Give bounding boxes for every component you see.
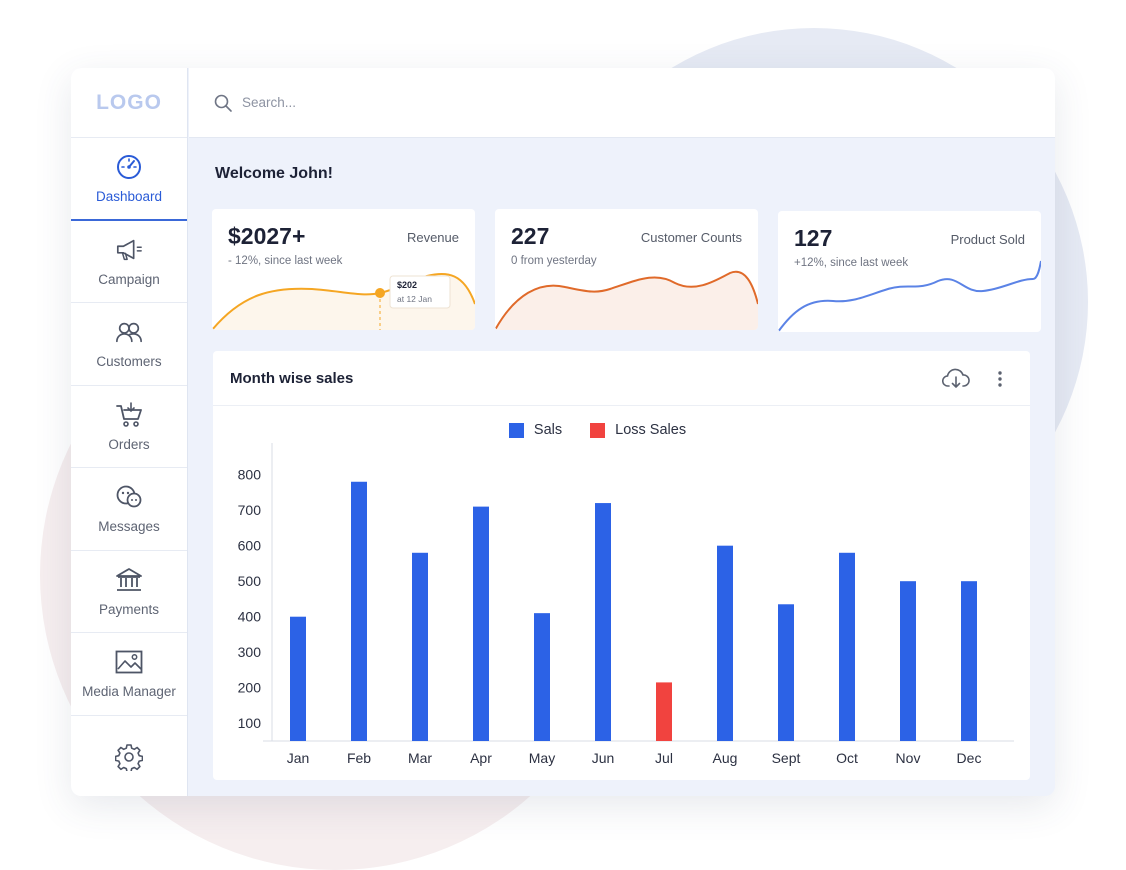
gear-icon [115, 743, 143, 771]
dashboard-gauge-icon [115, 153, 143, 181]
customer-counts-card[interactable]: 227 Customer Counts 0 from yesterday [495, 209, 758, 330]
x-tick-label: Aug [713, 750, 738, 766]
y-tick-label: 300 [238, 644, 262, 660]
bank-icon [115, 566, 143, 594]
x-tick-label: Jun [592, 750, 615, 766]
welcome-heading: Welcome John! [215, 165, 333, 182]
customer-counts-value: 227 [511, 223, 550, 249]
sidebar-item-orders[interactable]: Orders [71, 386, 187, 468]
x-tick-label: Nov [896, 750, 921, 766]
users-icon [115, 318, 143, 346]
tooltip-value: $202 [397, 280, 418, 290]
search-icon [213, 93, 233, 113]
megaphone-icon [115, 236, 143, 264]
sidebar-item-label: Media Manager [82, 684, 176, 700]
sidebar-item-payments[interactable]: Payments [71, 551, 187, 633]
revenue-card[interactable]: $2027+ Revenue - 12%, since last week $2… [212, 209, 475, 330]
product-sold-label: Product Sold [950, 232, 1025, 247]
settings-button[interactable] [71, 716, 187, 797]
y-tick-label: 400 [238, 609, 262, 625]
sidebar-item-dashboard[interactable]: Dashboard [71, 138, 187, 221]
bar-jan[interactable] [290, 616, 306, 741]
revenue-label: Revenue [406, 230, 459, 245]
x-tick-label: Sept [772, 750, 801, 766]
sidebar-item-customers[interactable]: Customers [71, 303, 187, 386]
customer-counts-change: 0 from yesterday [511, 255, 597, 267]
y-tick-label: 100 [238, 715, 262, 731]
bar-jun[interactable] [595, 503, 611, 741]
chat-bubbles-icon [115, 483, 143, 511]
bar-mar[interactable] [412, 552, 428, 741]
sales-bar-chart: 100 200 300 400 500 600 700 800 Jan Feb Mar Apr May J… [238, 443, 1014, 766]
product-sold-change: +12%, since last week [794, 257, 909, 269]
product-sold-value: 127 [794, 225, 833, 251]
month-wise-sales-panel: Month wise sales Sals Loss Sales 100 200 3… [213, 351, 1030, 780]
y-tick-label: 500 [238, 573, 262, 589]
sidebar-item-label: Campaign [98, 271, 160, 287]
x-tick-label: Mar [408, 750, 432, 766]
logo: LOGO [71, 68, 187, 138]
x-tick-label: Feb [347, 750, 371, 766]
x-tick-label: Apr [470, 750, 492, 766]
bar-jul[interactable] [656, 682, 672, 741]
y-tick-label: 700 [238, 502, 262, 518]
bar-dec[interactable] [961, 581, 977, 741]
sidebar-item-label: Dashboard [95, 188, 163, 204]
y-tick-label: 600 [238, 538, 262, 554]
top-bar [189, 68, 1055, 138]
x-tick-label: Dec [957, 750, 982, 766]
customer-counts-label: Customer Counts [640, 230, 742, 245]
cart-icon [115, 401, 143, 429]
y-tick-label: 200 [238, 680, 262, 696]
search-input[interactable] [242, 95, 542, 110]
image-icon [115, 648, 143, 676]
x-tick-label: Jan [287, 750, 310, 766]
y-tick-label: 800 [238, 467, 262, 483]
bar-apr[interactable] [473, 506, 489, 741]
bar-may[interactable] [534, 613, 550, 741]
bar-aug[interactable] [717, 545, 733, 741]
x-tick-label: Oct [836, 750, 858, 766]
x-tick-label: May [529, 750, 555, 766]
sidebar: LOGO Dashboard Campaign Customers Orders [71, 68, 188, 796]
tooltip-date: at 12 Jan [397, 294, 432, 304]
sidebar-item-label: Messages [98, 519, 160, 535]
sidebar-item-label: Payments [98, 601, 160, 617]
bar-oct[interactable] [839, 552, 855, 741]
revenue-value: $2027+ [228, 223, 306, 249]
sidebar-item-label: Customers [96, 354, 162, 370]
sidebar-item-media-manager[interactable]: Media Manager [71, 633, 187, 716]
product-sold-card[interactable]: 127 Product Sold +12%, since last week [778, 211, 1041, 332]
x-tick-label: Jul [655, 750, 673, 766]
bar-sept[interactable] [778, 604, 794, 741]
bar-feb[interactable] [351, 481, 367, 741]
sidebar-item-label: Orders [108, 436, 150, 452]
sidebar-item-messages[interactable]: Messages [71, 468, 187, 551]
bar-nov[interactable] [900, 581, 916, 741]
dashboard-window: LOGO Dashboard Campaign Customers Orders [71, 68, 1055, 796]
sidebar-item-campaign[interactable]: Campaign [71, 221, 187, 303]
revenue-change: - 12%, since last week [228, 255, 343, 267]
